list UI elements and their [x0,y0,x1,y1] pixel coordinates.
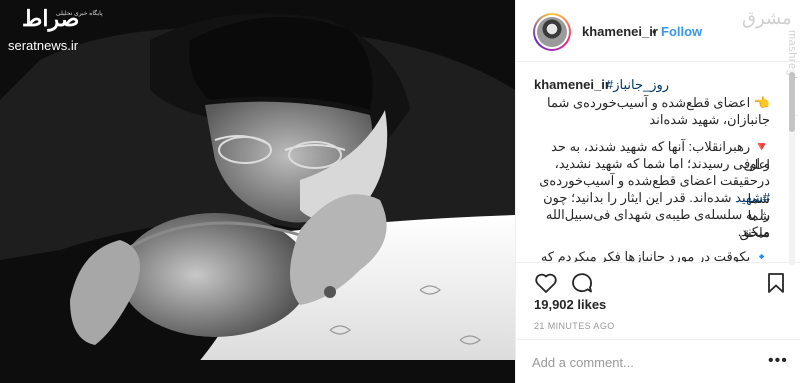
caption-hashtag[interactable]: #روز_جانباز [606,76,669,94]
comment-bar: ••• [516,339,800,383]
caption-text: اعضای قطع‌شده و آسیب‌خورده‌ی شما [546,95,751,110]
follow-button[interactable]: Follow [661,24,702,39]
blue-diamond-icon: 🔹 [753,249,770,262]
watermark-site: seratnews.ir [8,38,79,53]
watermark-subtitle: پایگاه خبری تحلیلی [56,11,103,17]
heart-icon[interactable] [534,271,558,295]
pointing-hand-icon: 👈 [753,95,770,110]
red-triangle-icon: 🔻 [753,139,770,154]
post-photo[interactable]: صراط پایگاه خبری تحلیلی seratnews.ir [0,0,515,383]
post-time[interactable]: 21 MINUTES AGO [534,321,615,331]
likes-count[interactable]: 19,902 likes [534,297,606,312]
caption-text: و اوفی رسیدند؛ اما شما که شهید نشدید، [554,156,770,171]
caption-line: و اوفی رسیدند؛ اما شما که شهید نشدید، [534,155,770,173]
caption-line: میکند. [534,223,770,241]
caption-scrollbar[interactable] [789,70,795,265]
post-side-panel: khamenei_ir • Follow ﻣﺸﺮﻕ mashreghnews.i… [515,0,800,383]
post-caption: khamenei_ir #روز_جانباز 👈 اعضای قطع‌شده … [534,72,784,262]
caption-username[interactable]: khamenei_ir [534,76,610,94]
avatar-image [537,17,567,47]
photo-illustration [0,0,515,383]
header-separator: • [652,24,657,39]
comment-icon[interactable] [570,271,594,295]
caption-line: 👈 اعضای قطع‌شده و آسیب‌خورده‌ی شما [534,94,770,112]
caption-text: جانبازان، شهید شده‌اند [649,112,770,127]
caption-line: 🔹 یکوقت در مورد جانبازها فکر میکردم که ب… [534,248,770,262]
caption-line: جانبازان، شهید شده‌اند [534,111,770,129]
header-username[interactable]: khamenei_ir [582,24,658,39]
seratnews-watermark: صراط پایگاه خبری تحلیلی seratnews.ir [8,4,128,54]
avatar[interactable] [533,13,571,51]
caption-text: میکند. [737,224,770,239]
caption-hashtag-inline[interactable]: #شهید [735,190,770,205]
bookmark-icon[interactable] [764,271,788,295]
more-options-icon[interactable]: ••• [768,352,788,370]
scrollbar-thumb[interactable] [789,72,795,132]
comment-input[interactable] [532,352,732,372]
post-actions [516,262,800,302]
mashregh-watermark: ﻣﺸﺮﻕ [742,8,792,29]
caption-text: یکوقت در مورد جانبازها فکر میکردم که به [540,249,751,262]
post-header: khamenei_ir • Follow ﻣﺸﺮﻕ mashreghnews.i… [516,0,800,121]
